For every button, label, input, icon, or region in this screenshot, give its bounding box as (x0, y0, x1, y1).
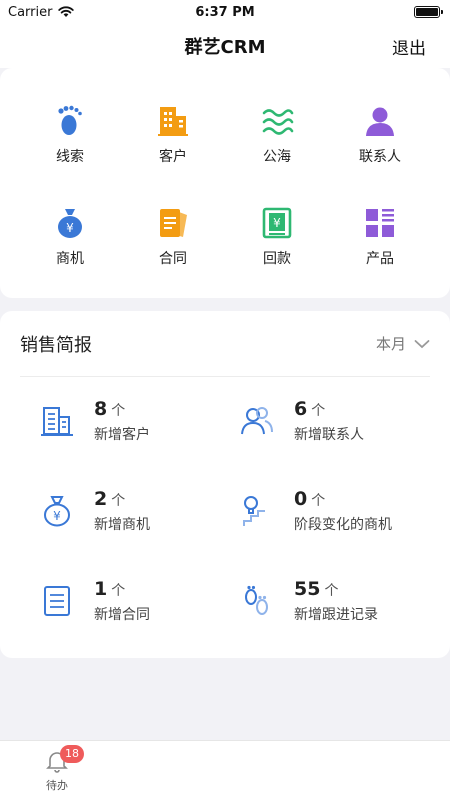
stat-label: 新增客户 (94, 427, 150, 443)
period-selector[interactable]: 本月 (376, 333, 430, 354)
stat-value: 55 (294, 578, 321, 600)
module-contracts[interactable]: 合同 (133, 206, 213, 276)
money-bag-icon: ¥ (58, 209, 82, 238)
module-opportunities[interactable]: ¥ 商机 (30, 206, 110, 276)
payment-return-icon: ¥ (262, 207, 292, 239)
sales-report-card: 销售简报 本月 8个 新增客户 6个 新增联系人 ¥ 2 个 新增商机 0 个 … (0, 311, 450, 658)
logout-button[interactable]: 退出 (392, 34, 426, 59)
person-icon (366, 107, 394, 136)
stat-value: 0 (294, 488, 308, 510)
stat-unit: 个 (111, 493, 126, 509)
nav-bar: 群艺CRM 退出 (0, 24, 450, 68)
contract-icon (160, 209, 187, 237)
module-payments[interactable]: ¥ 回款 (237, 206, 317, 276)
module-label: 产品 (366, 251, 394, 267)
stat-new-opportunities[interactable]: ¥ 2个 新增商机 (40, 481, 230, 541)
battery-icon (414, 6, 443, 18)
module-label: 联系人 (359, 149, 401, 165)
todo-badge: 18 (60, 745, 84, 763)
stairs-bulb-icon (243, 496, 265, 526)
module-customers[interactable]: 客户 (133, 104, 213, 174)
stat-new-contacts[interactable]: 6个 新增联系人 (240, 391, 430, 451)
stat-stage-changed[interactable]: 0个 阶段变化的商机 (240, 481, 430, 541)
stat-value: 1 (94, 578, 108, 600)
stat-label: 新增合同 (94, 607, 150, 623)
footprint-icon (58, 105, 82, 135)
module-label: 公海 (263, 149, 291, 165)
stat-unit: 个 (311, 493, 326, 509)
status-bar: Carrier 6:37 PM (0, 0, 450, 24)
stat-unit: 个 (311, 403, 326, 419)
stat-new-customers[interactable]: 8个 新增客户 (40, 391, 230, 451)
stat-value: 6 (294, 398, 308, 420)
stat-unit: 个 (111, 403, 126, 419)
stat-label: 阶段变化的商机 (294, 517, 392, 533)
svg-text:¥: ¥ (53, 509, 61, 523)
product-grid-icon (366, 209, 394, 237)
stat-label: 新增联系人 (294, 427, 364, 443)
svg-text:¥: ¥ (273, 216, 281, 230)
period-label: 本月 (375, 335, 406, 353)
module-public-pool[interactable]: 公海 (237, 104, 317, 174)
tab-label: 待办 (46, 779, 68, 792)
stat-new-followups[interactable]: 55 个 新增跟进记录 (240, 571, 430, 631)
document-icon (44, 586, 70, 616)
module-grid: 线索 客户 公海 联系人 ¥ 商机 合同 ¥ 回款 产品 (0, 68, 450, 298)
module-label: 客户 (159, 149, 187, 165)
building-outline-icon (41, 407, 73, 436)
module-label: 线索 (56, 149, 84, 165)
tab-bar: 18 待办 (0, 740, 450, 800)
page-title: 群艺CRM (184, 37, 266, 58)
stat-value: 2 (94, 488, 108, 510)
module-label: 合同 (159, 251, 187, 267)
module-label: 商机 (56, 251, 84, 267)
wifi-icon (58, 6, 75, 17)
stat-unit: 个 (324, 583, 339, 599)
sales-report-title: 销售简报 (20, 334, 92, 356)
module-products[interactable]: 产品 (340, 206, 420, 276)
stat-unit: 个 (111, 583, 126, 599)
carrier-label: Carrier (8, 4, 53, 20)
building-icon (158, 107, 188, 136)
module-contacts[interactable]: 联系人 (340, 104, 420, 174)
stat-label: 新增跟进记录 (294, 607, 378, 623)
footprint-outline-icon (245, 585, 268, 615)
stat-value: 8 (94, 398, 108, 420)
sales-report-header: 销售简报 本月 (20, 311, 430, 377)
module-label: 回款 (263, 251, 291, 267)
waves-icon (262, 109, 294, 135)
people-icon (241, 407, 273, 435)
stat-new-contracts[interactable]: 1个 新增合同 (40, 571, 230, 631)
tab-todo[interactable]: 18 待办 (30, 745, 84, 799)
module-grid-card: 线索 客户 公海 联系人 ¥ 商机 合同 ¥ 回款 产品 (0, 68, 450, 298)
chevron-down-icon (414, 339, 430, 348)
stat-label: 新增商机 (94, 517, 150, 533)
svg-text:¥: ¥ (66, 221, 74, 235)
money-bag-outline-icon: ¥ (44, 496, 70, 527)
module-leads[interactable]: 线索 (30, 104, 110, 174)
